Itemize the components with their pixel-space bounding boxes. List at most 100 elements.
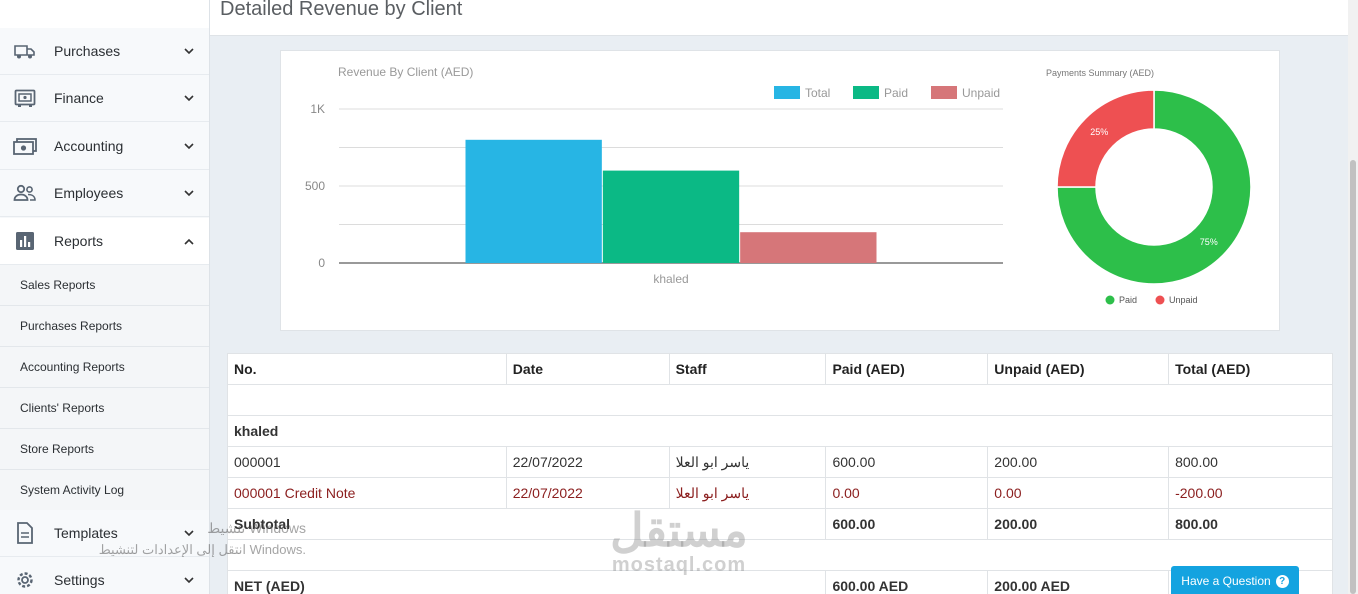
group-row: khaled [227,415,1333,447]
column-header-staff[interactable]: Staff [668,353,827,385]
document-icon [13,521,37,545]
page-header: Detailed Revenue by Client [210,0,1348,36]
chevron-down-icon [183,92,195,104]
column-header-total[interactable]: Total (AED) [1168,353,1333,385]
truck-icon [13,39,37,63]
sidebar-item-employees[interactable]: Employees [0,170,209,217]
sidebar-item-label: Reports [54,233,104,249]
spacer-cell [227,384,1333,416]
spacer-cell [227,539,1333,571]
cell-no[interactable]: 000001 Credit Note [227,477,507,509]
sidebar-subitem-accounting-reports[interactable]: Accounting Reports [0,347,209,388]
money-icon [13,134,37,158]
net-label: NET (AED) [226,570,827,594]
donut-legend-dot-paid [1105,295,1115,305]
bar-chart-title: Revenue By Client (AED) [338,65,473,79]
subtotal-paid: 600.00 [825,508,989,540]
subtotal-label: Subtotal [226,508,827,540]
bar-paid [602,170,740,263]
revenue-bar-chart: Revenue By Client (AED) 0 500 1K khaled Total… [305,65,1003,286]
subtotal-row: Subtotal 600.00 200.00 800.00 [226,508,1333,540]
cell-staff: ياسر ابو العلا [668,477,827,509]
sidebar-item-label: Accounting [54,138,124,154]
page-scrollbar[interactable] [1348,0,1358,594]
donut-slice-label: 25% [1090,127,1108,137]
help-button-label: Have a Question [1181,574,1271,588]
chevron-up-icon [183,235,195,247]
sidebar-item-label: Finance [54,90,104,106]
cell-paid: 600.00 [825,446,989,478]
chevron-down-icon [183,140,195,152]
chevron-down-icon [183,574,195,586]
donut-legend-label-paid: Paid [1119,295,1137,305]
cell-unpaid: 0.00 [987,477,1170,509]
cell-date: 22/07/2022 [505,477,670,509]
cell-unpaid: 200.00 [987,446,1170,478]
sidebar-item-finance[interactable]: Finance [0,75,209,122]
cell-date: 22/07/2022 [505,446,670,478]
legend-label-unpaid: Unpaid [962,86,1000,100]
subtotal-total: 800.00 [1168,508,1333,540]
net-unpaid: 200.00 AED [987,570,1170,594]
sidebar-subitem-sales-reports[interactable]: Sales Reports [0,265,209,306]
chart-panel: Revenue By Client (AED) 0 500 1K khaled Total… [280,50,1280,331]
sidebar-subitem-system-activity-log[interactable]: System Activity Log [0,470,209,511]
y-tick-label: 1K [310,102,325,116]
sidebar-item-label: Settings [54,572,105,588]
sidebar-subitem-purchases-reports[interactable]: Purchases Reports [0,306,209,347]
column-header-unpaid[interactable]: Unpaid (AED) [987,353,1170,385]
donut-legend-label-unpaid: Unpaid [1169,295,1198,305]
table-row: 000001 Credit Note 22/07/2022 ياسر ابو ا… [227,477,1333,509]
donut-slice-label: 75% [1200,237,1218,247]
column-header-paid[interactable]: Paid (AED) [825,353,989,385]
sidebar-item-settings[interactable]: Settings [0,557,209,594]
page-title: Detailed Revenue by Client [220,0,463,20]
revenue-table: No. Date Staff Paid (AED) Unpaid (AED) T… [226,353,1333,594]
net-paid: 600.00 AED [825,570,989,594]
table-header-row: No. Date Staff Paid (AED) Unpaid (AED) T… [227,353,1333,385]
payments-donut-chart: Payments Summary (AED) 75% 25% Paid Unpaid [1046,68,1252,305]
column-header-date[interactable]: Date [505,353,670,385]
donut-slice-unpaid [1056,89,1155,188]
safe-icon [13,86,37,110]
sidebar-item-templates[interactable]: Templates [0,510,209,557]
spacer-row [227,539,1333,571]
legend-swatch-paid [853,86,879,99]
gear-icon [13,568,37,592]
cell-total: -200.00 [1168,477,1333,509]
cell-staff: ياسر ابو العلا [668,446,827,478]
charts-svg: Revenue By Client (AED) 0 500 1K khaled Total… [305,65,1252,305]
sidebar-item-label: Templates [54,525,118,541]
bar-unpaid [740,232,877,263]
spacer-row [227,384,1333,416]
group-client-name: khaled [227,415,1333,447]
y-tick-label: 500 [305,179,325,193]
net-row: NET (AED) 600.00 AED 200.00 AED [226,570,1333,594]
sidebar-item-purchases[interactable]: Purchases [0,28,209,75]
chevron-down-icon [183,45,195,57]
sidebar: Purchases Finance Accounting Employees R… [0,0,210,594]
donut-legend-dot-unpaid [1155,295,1165,305]
bar-total [465,139,602,263]
table-row: 000001 22/07/2022 ياسر ابو العلا 600.00 … [227,446,1333,478]
have-a-question-button[interactable]: Have a Question ? [1171,566,1299,594]
legend-swatch-total [774,86,800,99]
sidebar-item-label: Employees [54,185,124,201]
legend-label-paid: Paid [884,86,908,100]
y-tick-label: 0 [318,256,325,270]
donut-chart-title: Payments Summary (AED) [1046,68,1154,78]
sidebar-subitem-store-reports[interactable]: Store Reports [0,429,209,470]
cell-no[interactable]: 000001 [227,446,507,478]
sidebar-item-accounting[interactable]: Accounting [0,123,209,170]
cell-paid: 0.00 [825,477,989,509]
sidebar-item-reports[interactable]: Reports [0,218,209,265]
question-icon: ? [1275,574,1289,588]
scrollbar-thumb[interactable] [1350,160,1356,594]
chevron-down-icon [183,187,195,199]
legend-label-total: Total [805,86,830,100]
sidebar-item-label: Purchases [54,43,121,59]
column-header-no[interactable]: No. [227,353,507,385]
people-icon [13,181,37,205]
sidebar-subitem-clients-reports[interactable]: Clients' Reports [0,388,209,429]
legend-swatch-unpaid [931,86,957,99]
